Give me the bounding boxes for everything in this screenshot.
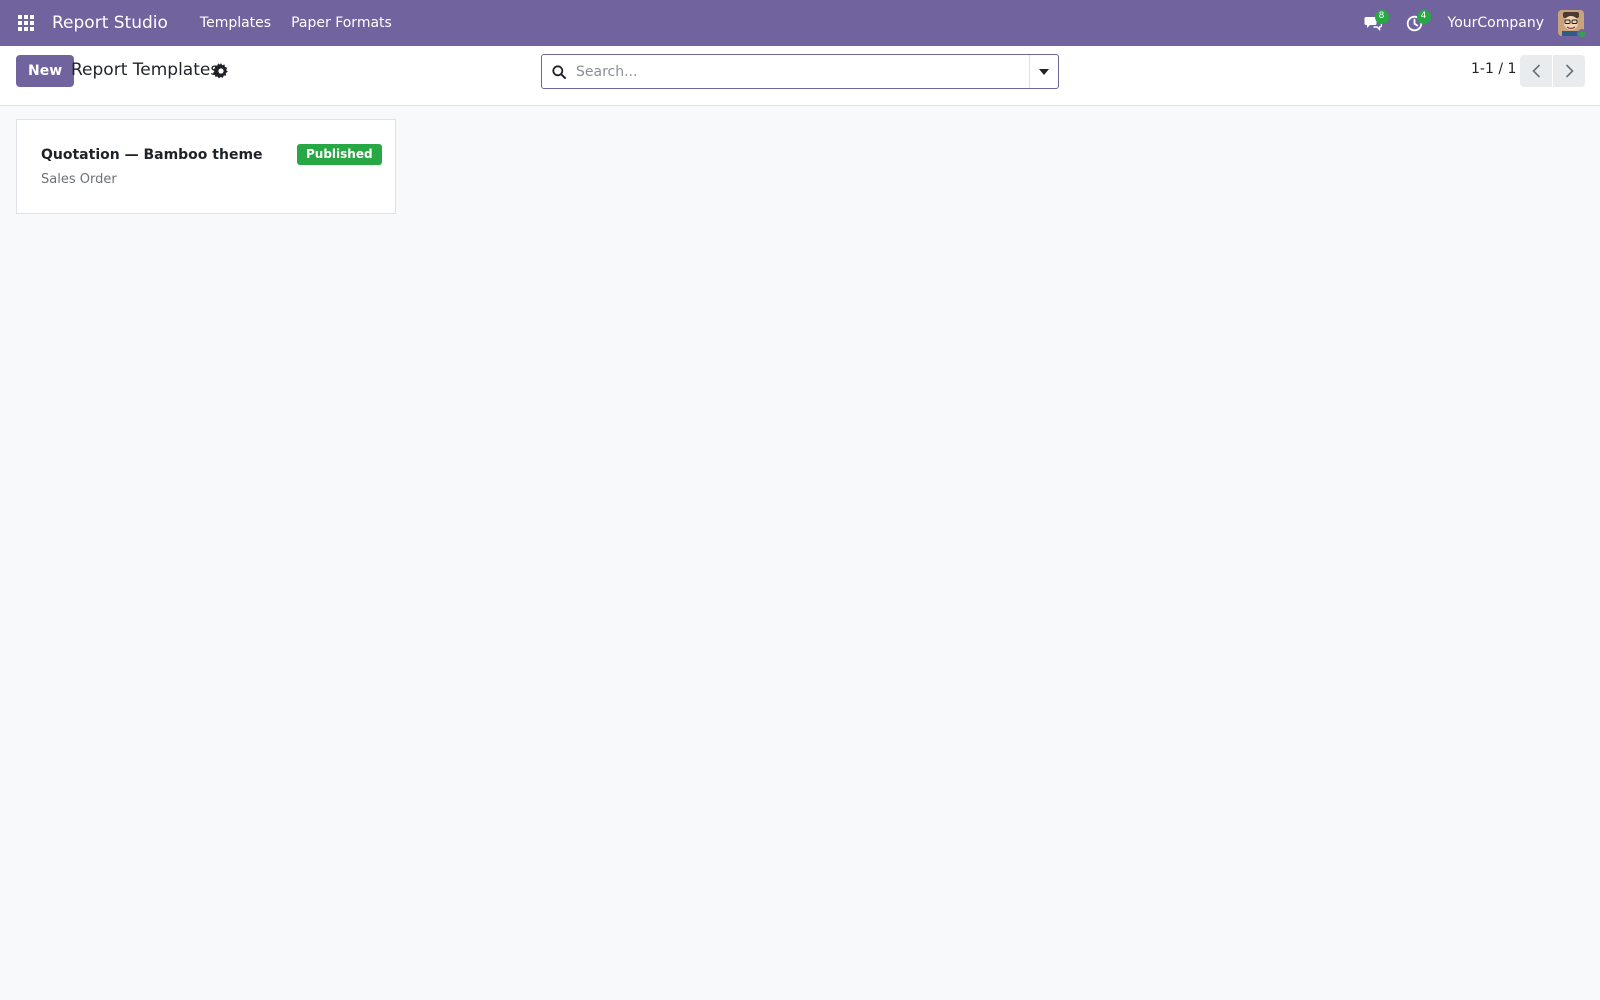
- pager-value[interactable]: 1-1 / 1: [1471, 61, 1516, 77]
- control-panel: New Report Templates 1-1 / 1: [0, 46, 1600, 106]
- messages-count-badge: 8: [1374, 10, 1389, 24]
- menu-templates[interactable]: Templates: [190, 0, 281, 46]
- apps-menu-button[interactable]: [0, 0, 52, 46]
- pager-previous-button[interactable]: [1520, 55, 1552, 87]
- app-title[interactable]: Report Studio: [52, 13, 168, 33]
- chevron-right-icon: [1565, 64, 1574, 78]
- navbar-systray: 8 4 YourCompany: [1352, 0, 1600, 46]
- pager-next-button[interactable]: [1553, 55, 1585, 87]
- record-name: Quotation — Bamboo theme: [41, 147, 263, 163]
- kanban-record-card[interactable]: Quotation — Bamboo theme Sales Order Pub…: [16, 119, 396, 214]
- caret-down-icon: [1039, 68, 1049, 75]
- messages-button[interactable]: 8: [1352, 0, 1394, 46]
- activities-button[interactable]: 4: [1394, 0, 1436, 46]
- chevron-left-icon: [1531, 64, 1540, 78]
- apps-grid-icon: [18, 15, 34, 31]
- gear-icon[interactable]: [213, 63, 229, 79]
- activities-count-badge: 4: [1416, 10, 1431, 24]
- company-switcher[interactable]: YourCompany: [1436, 15, 1559, 31]
- menu-paper-formats[interactable]: Paper Formats: [281, 0, 402, 46]
- status-badge: Published: [297, 144, 382, 165]
- search-bar: [541, 54, 1059, 89]
- record-model: Sales Order: [41, 172, 117, 187]
- top-navbar: Report Studio Templates Paper Formats 8 …: [0, 0, 1600, 46]
- page-title: Report Templates: [71, 60, 220, 80]
- user-avatar[interactable]: [1558, 10, 1587, 39]
- search-icon: [542, 55, 576, 88]
- new-button[interactable]: New: [16, 55, 75, 87]
- search-input[interactable]: [576, 55, 1029, 88]
- search-options-toggle[interactable]: [1029, 55, 1058, 88]
- online-status-dot: [1577, 29, 1587, 39]
